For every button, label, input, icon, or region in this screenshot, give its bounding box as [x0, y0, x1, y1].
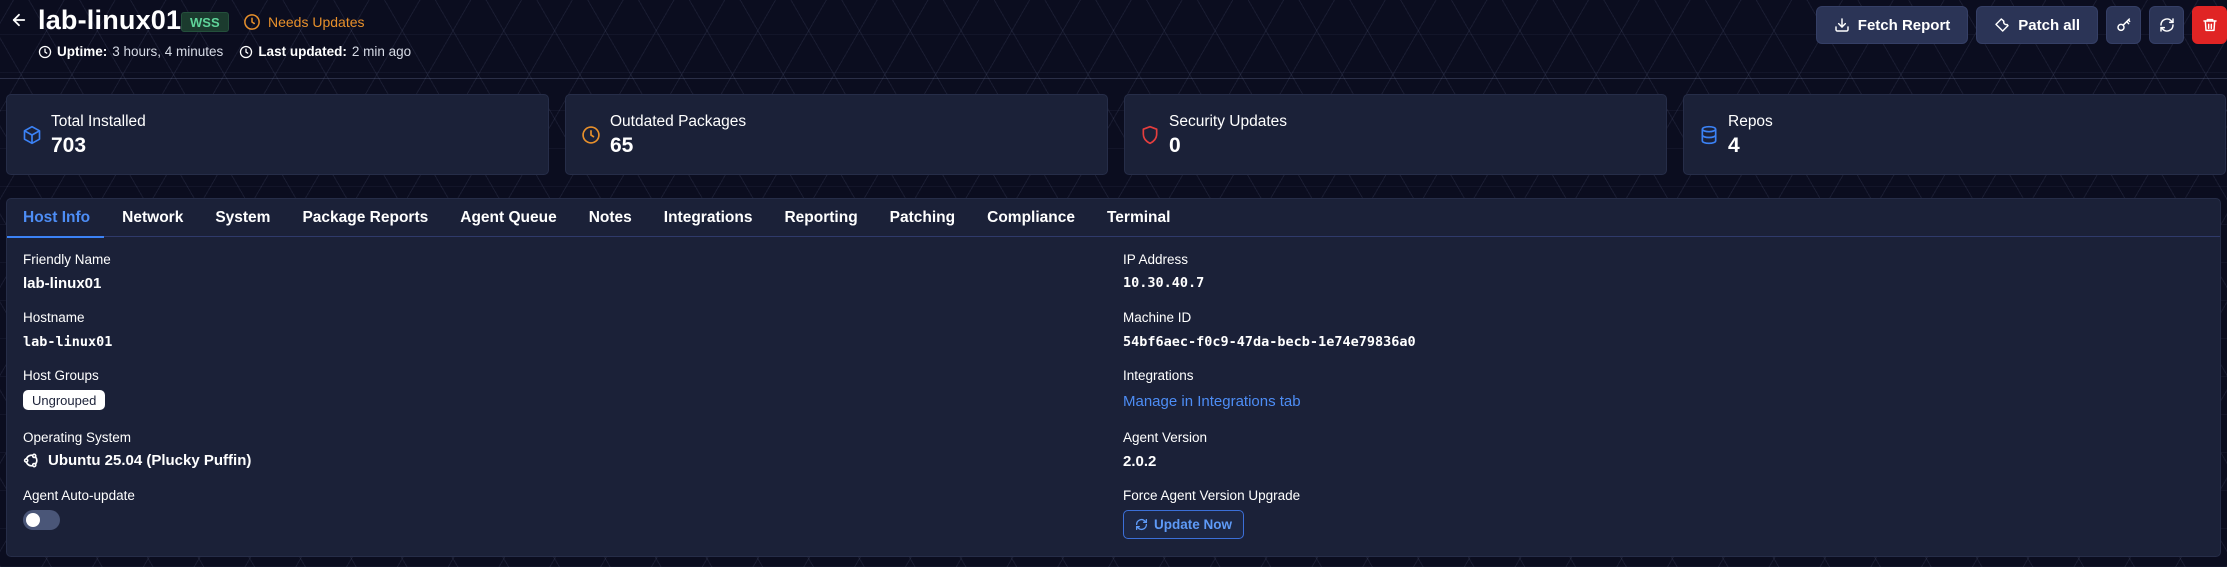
stats-row: Total Installed 703 Outdated Packages 65…: [6, 94, 2226, 175]
tab-agent-queue[interactable]: Agent Queue: [460, 199, 556, 237]
toggle-knob: [26, 513, 40, 527]
stat-label: Total Installed: [51, 113, 146, 130]
tab-compliance[interactable]: Compliance: [987, 199, 1075, 237]
os-name: Ubuntu 25.04 (Plucky Puffin): [48, 452, 252, 469]
clock-icon: [240, 45, 253, 58]
stat-security-updates[interactable]: Security Updates 0: [1124, 94, 1667, 175]
update-now-button[interactable]: Update Now: [1123, 510, 1245, 539]
tab-patching[interactable]: Patching: [890, 199, 955, 237]
clock-icon: [582, 126, 600, 144]
manage-integrations-link[interactable]: Manage in Integrations tab: [1123, 393, 1301, 410]
last-updated-label: Last updated:: [258, 44, 347, 59]
last-updated-value: 2 min ago: [351, 44, 412, 59]
stat-label: Security Updates: [1169, 113, 1288, 130]
refresh-button[interactable]: [2149, 6, 2184, 44]
wss-badge: WSS: [181, 12, 229, 32]
operating-system-value: Ubuntu 25.04 (Plucky Puffin): [23, 452, 251, 469]
tab-network[interactable]: Network: [122, 199, 183, 237]
refresh-icon: [2159, 18, 2174, 32]
machine-id-label: Machine ID: [1123, 310, 1192, 325]
tab-package-reports[interactable]: Package Reports: [302, 199, 428, 237]
arrow-left-icon: [12, 13, 26, 27]
tab-bar: Host Info Network System Package Reports…: [7, 199, 2220, 238]
header-divider: [0, 78, 2227, 79]
stat-label: Repos: [1728, 113, 1773, 130]
agent-version-value: 2.0.2: [1123, 453, 1157, 470]
hostname-value: lab-linux01: [23, 334, 113, 350]
patch-all-label: Patch all: [2018, 16, 2080, 34]
stat-outdated-packages[interactable]: Outdated Packages 65: [565, 94, 1108, 175]
back-button[interactable]: [8, 9, 30, 31]
last-updated: Last updated: 2 min ago: [239, 44, 411, 59]
host-groups-label: Host Groups: [23, 368, 99, 383]
agent-version-label: Agent Version: [1123, 430, 1208, 445]
stat-value: 65: [610, 134, 634, 157]
agent-auto-update-toggle[interactable]: [23, 510, 60, 530]
trash-icon: [2202, 18, 2217, 32]
host-detail-panel: Host Info Network System Package Reports…: [6, 198, 2221, 557]
ip-address-label: IP Address: [1123, 252, 1189, 267]
tab-terminal[interactable]: Terminal: [1107, 199, 1170, 237]
integrations-label: Integrations: [1123, 368, 1194, 383]
clock-icon: [244, 14, 260, 30]
ip-address-value: 10.30.40.7: [1123, 275, 1205, 291]
database-icon: [1701, 125, 1717, 145]
ubuntu-icon: [23, 453, 38, 468]
host-group-chip[interactable]: Ungrouped: [23, 390, 106, 410]
stat-value: 4: [1728, 134, 1740, 157]
tab-integrations[interactable]: Integrations: [664, 199, 753, 237]
stat-value: 0: [1169, 134, 1181, 157]
uptime: Uptime: 3 hours, 4 minutes: [38, 44, 223, 59]
tab-system[interactable]: System: [215, 199, 270, 237]
hostname-label: Hostname: [23, 310, 85, 325]
friendly-name-value: lab-linux01: [23, 275, 102, 292]
status-badge: Needs Updates: [243, 11, 365, 33]
stat-label: Outdated Packages: [610, 113, 747, 130]
host-meta: Uptime: 3 hours, 4 minutes Last updated:…: [38, 44, 411, 59]
delete-host-button[interactable]: [2192, 6, 2227, 44]
agent-auto-update-label: Agent Auto-update: [23, 488, 135, 503]
tab-host-info[interactable]: Host Info: [7, 199, 105, 238]
stat-repos[interactable]: Repos 4: [1683, 94, 2226, 175]
patch-all-button[interactable]: Patch all: [1976, 6, 2098, 44]
update-now-label: Update Now: [1154, 517, 1233, 532]
friendly-name-label: Friendly Name: [23, 252, 111, 267]
fetch-report-label: Fetch Report: [1857, 16, 1951, 34]
cube-icon: [23, 125, 41, 145]
tab-notes[interactable]: Notes: [589, 199, 632, 237]
clock-icon: [38, 45, 52, 58]
wrench-icon: [1995, 18, 2010, 32]
uptime-value: 3 hours, 4 minutes: [112, 44, 224, 59]
machine-id-value: 54bf6aec-f0c9-47da-becb-1e74e79836a0: [1123, 334, 1416, 350]
refresh-icon: [1135, 518, 1148, 531]
status-text: Needs Updates: [268, 14, 365, 30]
uptime-label: Uptime:: [57, 44, 108, 59]
host-title: lab-linux01: [38, 5, 182, 35]
key-button[interactable]: [2106, 6, 2141, 44]
key-icon: [2116, 18, 2130, 32]
shield-icon: [1142, 125, 1158, 145]
page-header: lab-linux01 WSS Needs Updates Uptime: 3 …: [0, 0, 2227, 78]
fetch-report-button[interactable]: Fetch Report: [1815, 6, 1969, 44]
stat-total-installed[interactable]: Total Installed 703: [6, 94, 549, 175]
force-upgrade-label: Force Agent Version Upgrade: [1123, 488, 1301, 503]
operating-system-label: Operating System: [23, 430, 132, 445]
stat-value: 703: [51, 134, 87, 157]
header-actions: Fetch Report Patch all: [1815, 6, 2227, 44]
tab-reporting[interactable]: Reporting: [784, 199, 857, 237]
download-icon: [1835, 18, 1849, 32]
